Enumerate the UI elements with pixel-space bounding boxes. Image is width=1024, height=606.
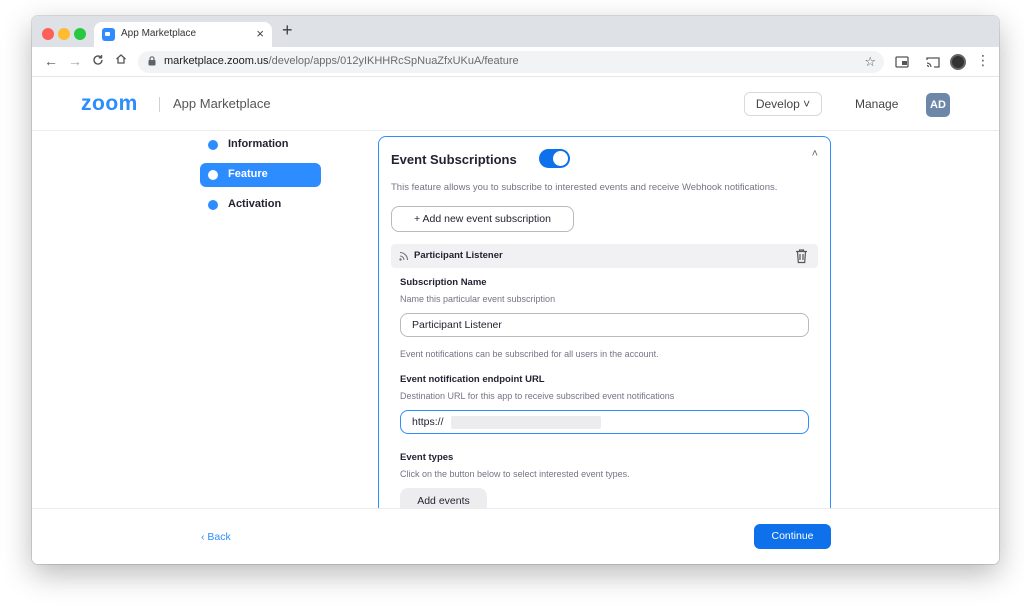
continue-button[interactable]: Continue xyxy=(754,524,831,549)
app-marketplace-title[interactable]: App Marketplace xyxy=(173,96,271,111)
home-icon[interactable] xyxy=(115,52,127,68)
picture-in-picture-icon[interactable] xyxy=(894,54,910,70)
event-subscriptions-description: This feature allows you to subscribe to … xyxy=(391,182,778,193)
sidebar-item-label: Feature xyxy=(228,168,268,180)
header-divider xyxy=(159,97,160,112)
tab-title: App Marketplace xyxy=(121,28,197,39)
back-button[interactable]: ‹ Back xyxy=(201,531,231,543)
cast-icon[interactable] xyxy=(925,54,941,70)
endpoint-url-label: Event notification endpoint URL xyxy=(400,374,545,385)
lock-icon xyxy=(148,56,156,66)
back-arrow-icon[interactable]: ← xyxy=(44,53,58,69)
maximize-window-button[interactable] xyxy=(74,28,86,40)
close-window-button[interactable] xyxy=(42,28,54,40)
address-bar[interactable]: marketplace.zoom.us/develop/apps/012yIKH… xyxy=(138,51,884,73)
bookmark-star-icon[interactable]: ☆ xyxy=(864,54,876,70)
subscription-header-title: Participant Listener xyxy=(414,250,503,261)
trash-icon[interactable] xyxy=(795,248,808,264)
step-dot-icon xyxy=(208,200,218,210)
rss-icon xyxy=(399,251,409,261)
step-dot-icon xyxy=(208,140,218,150)
redacted-url-block xyxy=(451,416,601,429)
add-event-subscription-button[interactable]: + Add new event subscription xyxy=(391,206,574,232)
browser-menu-icon[interactable]: ⋮ xyxy=(976,52,990,69)
endpoint-url-value: https:// xyxy=(412,416,444,428)
endpoint-url-input[interactable]: https:// xyxy=(400,410,809,434)
sidebar-item-activation[interactable]: Activation xyxy=(200,193,321,217)
event-types-label: Event types xyxy=(400,452,454,463)
url-text: marketplace.zoom.us/develop/apps/012yIKH… xyxy=(164,55,519,67)
browser-tab[interactable]: App Marketplace × xyxy=(94,22,272,47)
sidebar-item-information[interactable]: Information xyxy=(200,133,321,157)
profile-avatar[interactable] xyxy=(950,54,966,70)
sidebar-item-feature[interactable]: Feature xyxy=(200,163,321,187)
event-subscriptions-title: Event Subscriptions xyxy=(391,152,517,167)
browser-window: App Marketplace × + ← → marketplace.zoom… xyxy=(32,16,999,564)
sidebar-item-label: Information xyxy=(228,138,289,150)
new-tab-button[interactable]: + xyxy=(282,20,293,41)
chevron-up-icon[interactable]: ˄ xyxy=(812,148,818,160)
event-types-help: Click on the button below to select inte… xyxy=(400,469,630,479)
zoom-favicon-icon xyxy=(102,28,115,41)
subscription-name-input[interactable]: Participant Listener xyxy=(400,313,809,337)
page-footer: ‹ Back Continue xyxy=(32,508,999,564)
subscription-scope-note: Event notifications can be subscribed fo… xyxy=(400,349,659,359)
develop-dropdown[interactable]: Develop ˅ xyxy=(744,92,822,116)
tab-strip: App Marketplace × + xyxy=(32,16,999,47)
url-path: /develop/apps/012yIKHHRcSpNuaZfxUKuA/fea… xyxy=(268,55,519,67)
url-host: marketplace.zoom.us xyxy=(164,55,269,67)
event-subscriptions-card: Event Subscriptions ˄ This feature allow… xyxy=(378,136,831,516)
reload-icon[interactable] xyxy=(92,53,104,69)
endpoint-url-help: Destination URL for this app to receive … xyxy=(400,391,675,401)
forward-arrow-icon[interactable]: → xyxy=(68,53,82,69)
user-avatar[interactable]: AD xyxy=(926,93,950,117)
manage-link[interactable]: Manage xyxy=(855,97,898,111)
subscription-name-label: Subscription Name xyxy=(400,277,487,288)
step-dot-icon xyxy=(208,170,218,180)
tab-close-icon[interactable]: × xyxy=(256,26,264,41)
subscription-name-help: Name this particular event subscription xyxy=(400,294,556,304)
app-header: zoom App Marketplace Develop ˅ Manage AD xyxy=(32,77,999,131)
event-subscriptions-toggle[interactable] xyxy=(539,149,570,168)
subscription-header[interactable]: Participant Listener xyxy=(391,244,818,268)
minimize-window-button[interactable] xyxy=(58,28,70,40)
sidebar-item-label: Activation xyxy=(228,198,282,210)
browser-toolbar: ← → marketplace.zoom.us/develop/apps/012… xyxy=(32,47,999,77)
zoom-logo[interactable]: zoom xyxy=(81,92,138,116)
